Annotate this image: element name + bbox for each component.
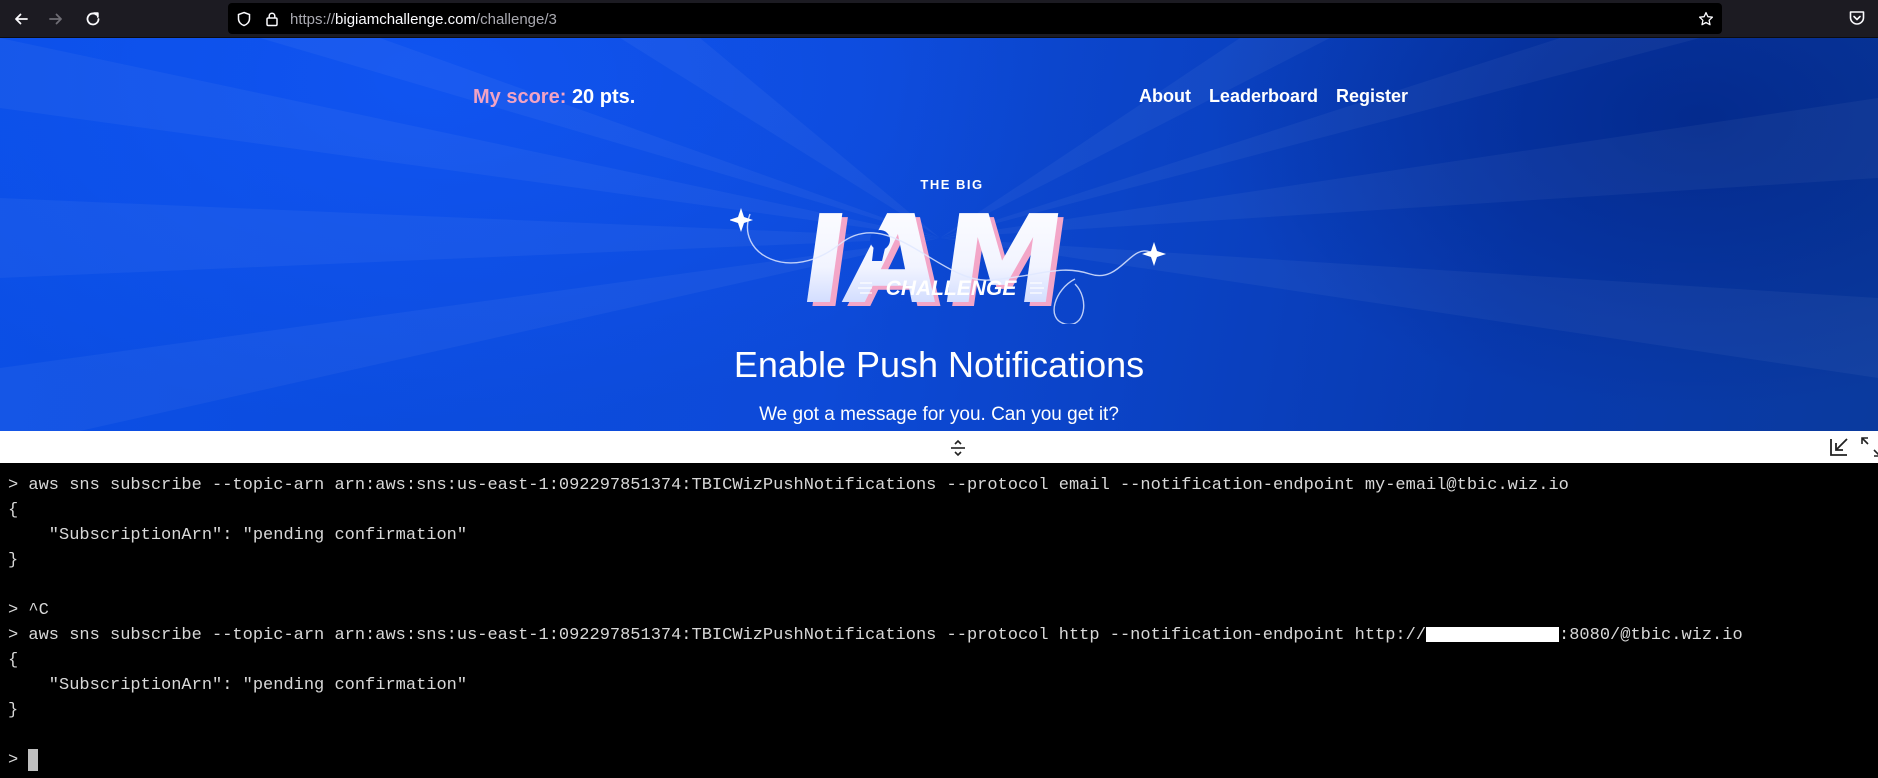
reload-button[interactable] (79, 6, 107, 32)
prompt-symbol: > (8, 751, 29, 770)
forward-arrow-icon (49, 13, 62, 25)
address-bar[interactable]: https://bigiamchallenge.com/challenge/3 (228, 3, 1722, 34)
pocket-icon[interactable] (1848, 9, 1866, 27)
resize-handle-icon[interactable] (948, 439, 968, 457)
terminal-line: > ^C (8, 601, 49, 620)
url-scheme: https:// (290, 11, 336, 28)
url-text[interactable]: https://bigiamchallenge.com/challenge/3 (290, 11, 557, 28)
bookmark-star-icon[interactable] (1697, 10, 1714, 27)
sparkle-icon (1142, 242, 1166, 266)
logo-bottom-text: CHALLENGE (886, 277, 1018, 300)
nav-about-link[interactable]: About (1139, 86, 1191, 107)
redacted-block (1426, 627, 1560, 643)
terminal-line: "SubscriptionArn": "pending confirmation… (8, 526, 468, 545)
page-subtitle: We got a message for you. Can you get it… (759, 404, 1119, 425)
terminal-line: { (8, 501, 19, 520)
page-title: Enable Push Notifications (733, 344, 1145, 385)
lock-icon[interactable] (263, 10, 280, 27)
url-host: bigiamchallenge.com (335, 11, 476, 28)
browser-toolbar: https://bigiamchallenge.com/challenge/3 (0, 0, 1878, 38)
sparkle-icon (730, 208, 753, 232)
back-arrow-icon (15, 13, 28, 25)
terminal-prompt-line[interactable]: > (8, 748, 1878, 773)
reload-icon (86, 12, 100, 26)
logo-main-text: IAM (792, 189, 1073, 324)
text-cursor (28, 748, 39, 771)
terminal-line: "SubscriptionArn": "pending confirmation… (8, 676, 468, 695)
terminal-output[interactable]: > aws sns subscribe --topic-arn arn:aws:… (0, 463, 1878, 778)
score-value: 20 pts. (571, 86, 636, 108)
terminal-splitter-bar (0, 431, 1878, 463)
terminal-line: > aws sns subscribe --topic-arn arn:aws:… (8, 476, 1569, 495)
terminal-line-redacted: > aws sns subscribe --topic-arn arn:aws:… (8, 623, 1878, 648)
terminal-line: } (8, 551, 19, 570)
top-navigation: About Leaderboard Register (1139, 86, 1408, 107)
nav-register-link[interactable]: Register (1336, 86, 1408, 107)
url-path: /challenge/3 (475, 11, 557, 28)
terminal-line: } (8, 701, 19, 720)
maximize-terminal-icon[interactable] (1860, 436, 1878, 458)
big-iam-challenge-logo: THE BIG IAM IAM CHALLENGE (730, 177, 1166, 324)
terminal-line: { (8, 651, 19, 670)
back-button[interactable] (7, 6, 35, 32)
tracking-protection-shield-icon[interactable] (235, 10, 252, 27)
nav-leaderboard-link[interactable]: Leaderboard (1209, 86, 1318, 107)
command-text-before-redaction: > aws sns subscribe --topic-arn arn:aws:… (8, 626, 1427, 645)
hero-section: My score: 20 pts. About Leaderboard Regi… (0, 38, 1878, 431)
minimize-terminal-icon[interactable] (1828, 436, 1850, 458)
score-label: My score: (473, 86, 567, 108)
score-display: My score: 20 pts. (473, 86, 635, 109)
command-text-after-redaction: :8080/@tbic.wiz.io (1559, 626, 1743, 645)
forward-button[interactable] (42, 6, 70, 32)
